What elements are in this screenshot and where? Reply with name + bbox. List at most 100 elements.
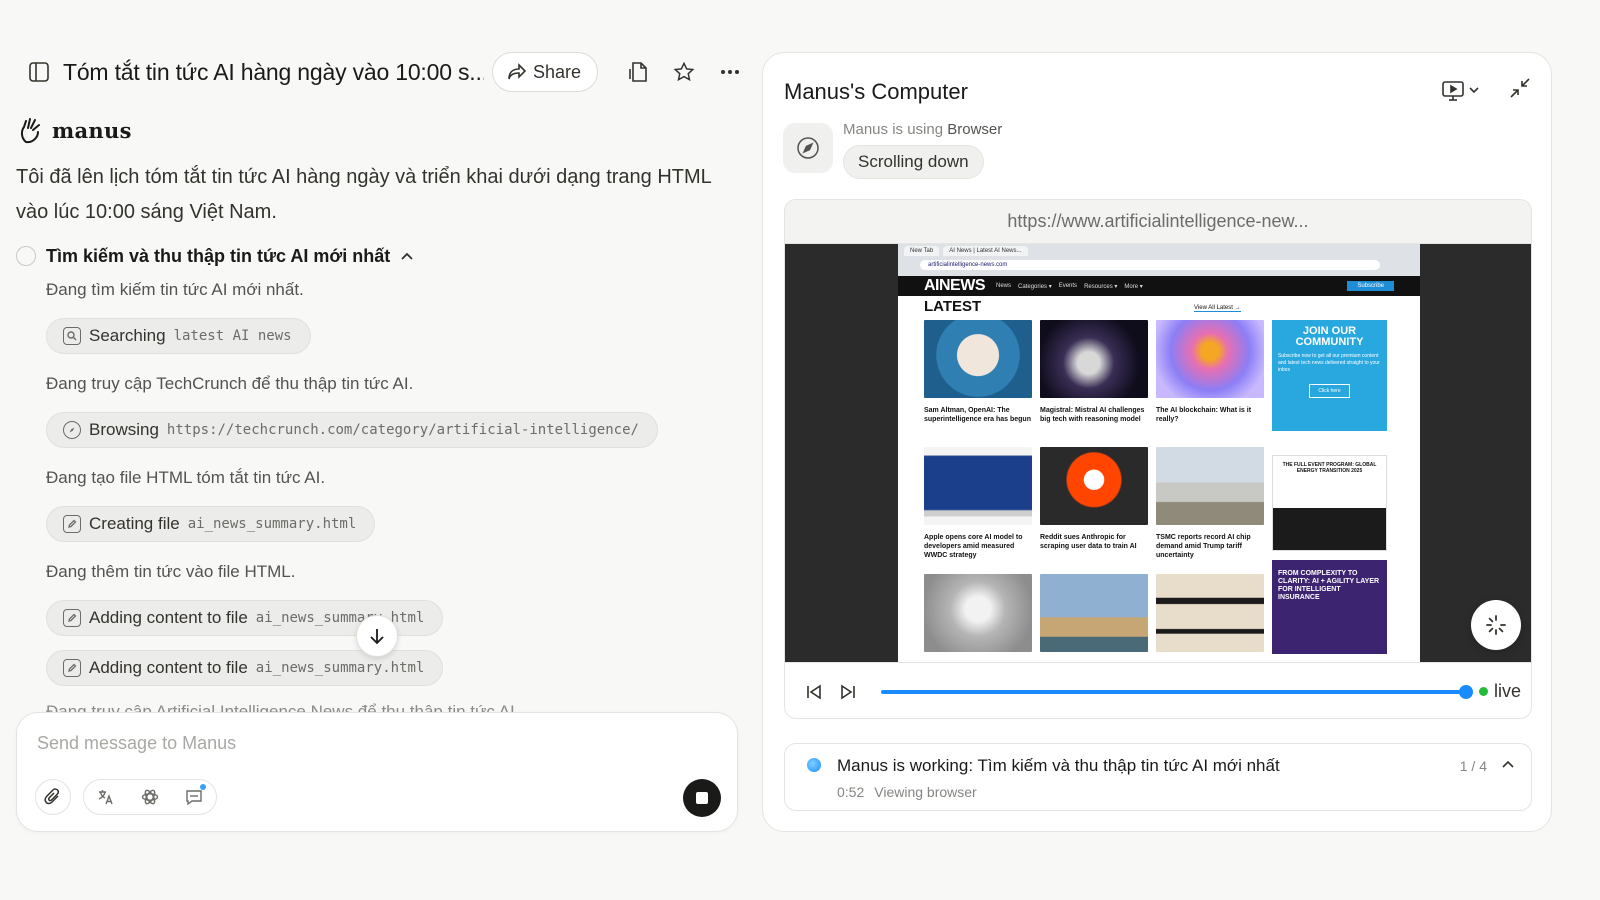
star-icon[interactable]: [664, 52, 704, 92]
chevron-up-icon[interactable]: [1501, 756, 1515, 774]
scroll-to-bottom-button[interactable]: [356, 615, 398, 657]
tool-call-pill[interactable]: Searching latest AI news: [46, 318, 311, 354]
assistant-brand: manus: [18, 116, 132, 144]
step-text: Đang tạo file HTML tóm tắt tin tức AI.: [46, 468, 326, 487]
event-ad-title: THE FULL EVENT PROGRAM: GLOBAL ENERGY TR…: [1282, 462, 1377, 474]
chevron-down-icon: [1469, 87, 1479, 94]
status-activity: Viewing browser: [874, 784, 977, 800]
join-description: Subscribe now to get all our premium con…: [1278, 353, 1380, 373]
news-caption: The AI blockchain: What is it really?: [1156, 407, 1252, 423]
share-button[interactable]: Share: [491, 52, 598, 92]
address-bar: artificialintelligence-news.com: [920, 260, 1380, 270]
using-tool: Browser: [947, 121, 1003, 138]
tool-argument: ai_news_summary.html: [255, 610, 425, 626]
message-composer: [16, 712, 738, 832]
browser-tool-badge: [783, 123, 833, 173]
brand-name: manus: [52, 117, 132, 143]
news-caption: Reddit sues Anthropic for scraping user …: [1040, 534, 1137, 550]
news-card: [1040, 574, 1148, 660]
tool-argument: ai_news_summary.html: [187, 516, 357, 532]
live-dot: [1479, 687, 1488, 696]
tool-action: Adding content to file: [89, 658, 248, 677]
stop-button[interactable]: [683, 779, 721, 817]
playback-knob[interactable]: [1459, 684, 1473, 699]
browser-view: https://www.artificialintelligence-new..…: [784, 199, 1532, 719]
more-options-icon[interactable]: [710, 52, 750, 92]
browser-tab: AI News | Latest AI News...: [943, 246, 1028, 256]
news-image-bank: [1156, 574, 1264, 652]
news-card: Apple opens core AI model to developers …: [924, 447, 1032, 560]
website-screenshot: New Tab AI News | Latest AI News... arti…: [898, 244, 1420, 662]
stop-icon: [696, 792, 708, 804]
attach-button[interactable]: [35, 779, 71, 815]
site-view-all: View All Latest →: [1194, 305, 1241, 312]
site-nav-item: News: [996, 283, 1012, 289]
chat-mode-icon[interactable]: [178, 781, 210, 813]
news-caption: Sam Altman, OpenAI: The superintelligenc…: [924, 407, 1031, 423]
tool-action: Searching: [89, 326, 166, 345]
site-nav-item: More ▾: [1124, 283, 1143, 290]
news-caption: Apple opens core AI model to developers …: [924, 534, 1023, 559]
sidebar-toggle-icon[interactable]: [20, 52, 59, 92]
integrations-icon[interactable]: [134, 781, 166, 813]
browser-chrome: New Tab AI News | Latest AI News... arti…: [898, 244, 1420, 276]
computer-panel-title: Manus's Computer: [784, 79, 968, 104]
computer-panel: Manus's Computer Manus is using Browser …: [762, 52, 1552, 832]
display-mode-dropdown[interactable]: [1441, 80, 1479, 102]
news-image-tower-bridge: [1040, 574, 1148, 652]
live-indicator: live: [1479, 681, 1521, 702]
news-card: TSMC reports record AI chip demand amid …: [1156, 447, 1264, 560]
task-header[interactable]: Tìm kiếm và thu thập tin tức AI mới nhất: [16, 242, 736, 270]
site-logo: AINEWS: [924, 277, 986, 294]
chat-pane: Tóm tắt tin tức AI hàng ngày vào 10:00 s…: [0, 0, 760, 900]
news-card: Reddit sues Anthropic for scraping user …: [1040, 447, 1148, 551]
skip-back-icon[interactable]: [799, 677, 829, 707]
tool-usage-label: Manus is using Browser: [843, 121, 1002, 138]
compass-icon: [797, 137, 819, 159]
task-group: Tìm kiếm và thu thập tin tức AI mới nhất: [16, 242, 736, 270]
playback-controls: live: [785, 662, 1531, 718]
site-nav-item: Resources ▾: [1084, 283, 1118, 290]
loading-spinner-icon: [1486, 615, 1506, 635]
site-event-ad: THE FULL EVENT PROGRAM: GLOBAL ENERGY TR…: [1272, 455, 1387, 551]
search-icon: [63, 327, 81, 345]
skip-forward-icon[interactable]: [833, 677, 863, 707]
share-icon: [508, 63, 527, 80]
page-title: Tóm tắt tin tức AI hàng ngày vào 10:00 s…: [62, 58, 484, 85]
news-image-reddit: [1040, 447, 1148, 525]
task-status-bar[interactable]: Manus is working: Tìm kiếm và thu thập t…: [784, 743, 1532, 811]
browser-tab: New Tab: [904, 246, 940, 256]
news-image-laptop: [924, 447, 1032, 525]
news-caption: TSMC reports record AI chip demand amid …: [1156, 534, 1251, 559]
site-nav-item: Events: [1058, 283, 1078, 289]
news-card: Magistral: Mistral AI challenges big tec…: [1040, 320, 1148, 424]
notification-dot: [200, 784, 206, 790]
take-control-button[interactable]: [1471, 600, 1521, 650]
news-card: [924, 574, 1032, 660]
tool-call-pill[interactable]: Creating file ai_news_summary.html: [46, 506, 376, 542]
computer-panel-actions: [1441, 77, 1531, 104]
chat-header: Tóm tắt tin tức AI hàng ngày vào 10:00 s…: [20, 52, 750, 92]
tool-argument: https://techcrunch.com/category/artifici…: [166, 422, 639, 438]
tool-argument: latest AI news: [173, 328, 292, 344]
collapse-icon[interactable]: [1509, 77, 1531, 104]
task-status-circle-icon: [16, 246, 36, 266]
status-elapsed: 0:52: [837, 784, 865, 800]
tool-action: Browsing: [89, 420, 159, 439]
assistant-message: Tôi đã lên lịch tóm tắt tin tức AI hàng …: [16, 166, 712, 223]
files-icon[interactable]: [618, 52, 658, 92]
tool-call-pill[interactable]: Browsing https://techcrunch.com/category…: [46, 412, 658, 448]
news-card: Sam Altman, OpenAI: The superintelligenc…: [924, 320, 1032, 424]
current-action-pill: Scrolling down: [843, 145, 984, 179]
task-title: Tìm kiếm và thu thập tin tức AI mới nhất: [46, 245, 391, 266]
message-input[interactable]: [37, 733, 697, 754]
monitor-play-icon: [1442, 80, 1464, 101]
translate-icon[interactable]: [90, 781, 122, 813]
working-indicator: [807, 758, 821, 772]
news-image-openai: [924, 574, 1032, 652]
chevron-up-icon[interactable]: [400, 252, 414, 261]
site-webinar-ad: FROM COMPLEXITY TO CLARITY: AI + AGILITY…: [1272, 560, 1387, 654]
playback-timeline[interactable]: [881, 684, 1473, 699]
arrow-down-icon: [370, 629, 384, 645]
news-image-crypto-hand: [1156, 320, 1264, 398]
